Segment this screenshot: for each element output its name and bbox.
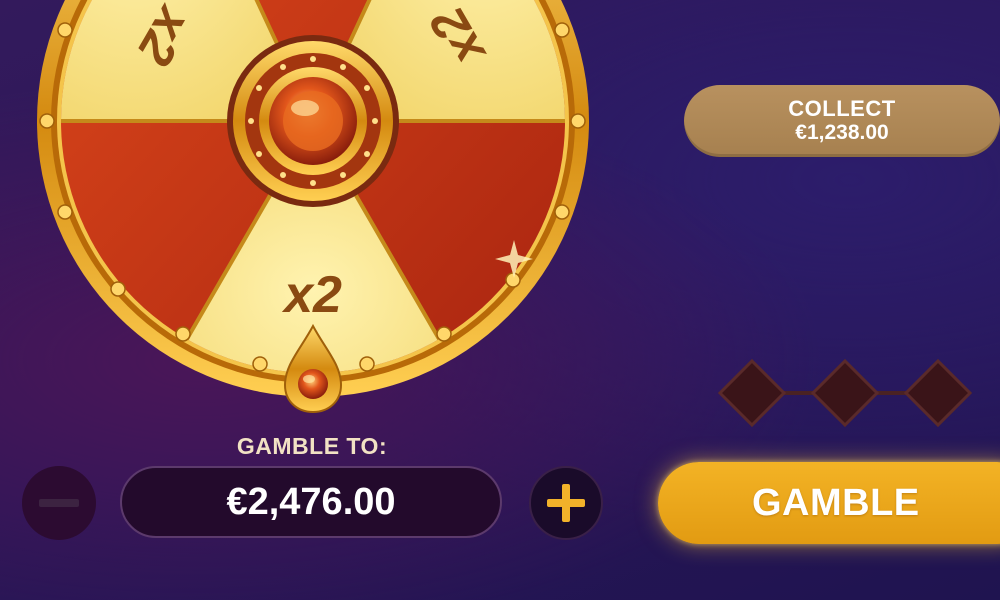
fortune-wheel: x2 x2 x2 bbox=[0, 0, 620, 420]
gamble-to-label: GAMBLE TO: bbox=[236, 433, 388, 459]
gamble-button-label: GAMBLE bbox=[752, 481, 920, 524]
progress-diamond-2 bbox=[810, 358, 880, 428]
collect-label: COLLECT bbox=[788, 96, 896, 121]
segment-label-bottom: x2 bbox=[281, 266, 342, 324]
collect-amount: €1,238.00 bbox=[795, 121, 889, 144]
increase-button[interactable] bbox=[529, 466, 603, 540]
progress-diamond-1 bbox=[717, 358, 787, 428]
gamble-progress-indicator bbox=[712, 355, 982, 435]
wheel-hub bbox=[227, 35, 399, 207]
collect-button[interactable]: COLLECT €1,238.00 bbox=[684, 85, 1000, 157]
plus-icon bbox=[547, 484, 585, 522]
minus-icon bbox=[39, 499, 79, 507]
gamble-button[interactable]: GAMBLE bbox=[658, 462, 1000, 544]
decrease-button[interactable] bbox=[22, 466, 96, 540]
gamble-to-value: €2,476.00 bbox=[120, 466, 502, 538]
progress-diamond-3 bbox=[903, 358, 973, 428]
